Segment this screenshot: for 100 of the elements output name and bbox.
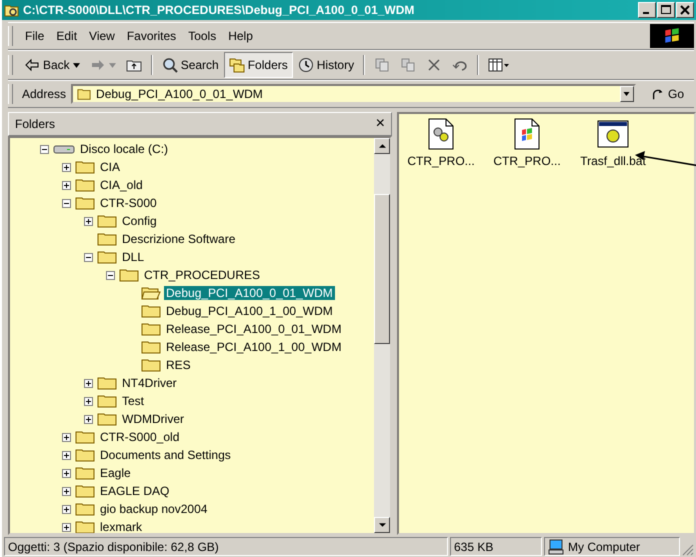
folder-icon bbox=[75, 447, 95, 463]
tree-item[interactable]: lexmark bbox=[98, 520, 144, 533]
collapse-icon[interactable] bbox=[40, 144, 48, 154]
move-icon bbox=[374, 57, 390, 73]
caret-icon bbox=[623, 92, 630, 96]
scroll-up-icon bbox=[378, 144, 386, 148]
tree-item[interactable]: Debug_PCI_A100_0_01_WDM bbox=[164, 286, 335, 300]
dropdown-button[interactable] bbox=[620, 86, 634, 102]
collapse-icon[interactable] bbox=[84, 252, 92, 262]
folder-icon bbox=[119, 267, 139, 283]
menu-item[interactable]: Tools bbox=[182, 27, 222, 45]
history-button[interactable]: History bbox=[292, 52, 360, 78]
minimize-icon bbox=[643, 12, 649, 14]
windows-logo-icon bbox=[650, 24, 694, 48]
tree-item[interactable]: gio backup nov2004 bbox=[98, 502, 210, 516]
pane-title: Folders bbox=[15, 117, 56, 131]
tree-item[interactable]: Test bbox=[120, 394, 146, 408]
tree-item[interactable]: CTR_PROCEDURES bbox=[142, 268, 262, 282]
expand-icon[interactable] bbox=[62, 504, 70, 514]
tree-item[interactable]: Release_PCI_A100_0_01_WDM bbox=[164, 322, 344, 336]
close-pane-button[interactable]: × bbox=[376, 115, 385, 133]
tree-item[interactable]: CIA bbox=[98, 160, 122, 174]
expand-icon[interactable] bbox=[62, 162, 70, 172]
folder-icon bbox=[75, 465, 95, 481]
go-button[interactable]: Go bbox=[638, 87, 694, 101]
status-text: Oggetti: 3 (Spazio disponibile: 62,8 GB) bbox=[4, 537, 448, 556]
status-location: My Computer bbox=[568, 540, 640, 554]
search-icon bbox=[162, 57, 178, 73]
close-button[interactable] bbox=[676, 2, 694, 18]
folder-icon bbox=[97, 393, 117, 409]
go-arrow-icon bbox=[650, 87, 665, 101]
tree-item[interactable]: Config bbox=[120, 214, 159, 228]
folders-icon bbox=[228, 57, 245, 73]
file-name[interactable]: Trasf_dll.bat bbox=[580, 154, 646, 168]
search-button[interactable]: Search bbox=[156, 52, 224, 78]
tree-item[interactable]: WDMDriver bbox=[120, 412, 186, 426]
folder-icon bbox=[75, 501, 95, 517]
folder-icon bbox=[141, 303, 161, 319]
collapse-icon[interactable] bbox=[106, 270, 114, 280]
collapse-icon[interactable] bbox=[62, 198, 70, 208]
tree-item[interactable]: NT4Driver bbox=[120, 376, 179, 390]
expand-icon[interactable] bbox=[62, 432, 70, 442]
expand-icon[interactable] bbox=[62, 486, 70, 496]
menu-item[interactable]: Favorites bbox=[120, 27, 182, 45]
menu-item[interactable]: Edit bbox=[50, 27, 84, 45]
copy-icon bbox=[400, 57, 416, 73]
tree-item[interactable]: CIA_old bbox=[98, 178, 145, 192]
tree-item[interactable]: Documents and Settings bbox=[98, 448, 233, 462]
tree-item[interactable]: Debug_PCI_A100_1_00_WDM bbox=[164, 304, 335, 318]
scrollbar[interactable] bbox=[374, 138, 390, 533]
tree-item[interactable]: CTR-S000 bbox=[98, 196, 159, 210]
menu-item[interactable]: View bbox=[83, 27, 121, 45]
expand-icon[interactable] bbox=[84, 414, 92, 424]
address-field[interactable]: Debug_PCI_A100_0_01_WDM bbox=[71, 84, 636, 104]
folder-icon bbox=[141, 357, 161, 373]
back-button[interactable]: Back bbox=[19, 52, 85, 78]
tree-item[interactable]: Disco locale (C:) bbox=[78, 142, 170, 156]
caret-icon bbox=[72, 62, 80, 68]
folder-icon bbox=[76, 87, 92, 101]
scroll-down-icon bbox=[378, 523, 386, 527]
tree-item[interactable]: DLL bbox=[120, 250, 146, 264]
folder-icon bbox=[141, 339, 161, 355]
close-icon bbox=[680, 5, 690, 15]
expand-icon[interactable] bbox=[62, 450, 70, 460]
open-folder-icon bbox=[141, 285, 161, 301]
file-name[interactable]: CTR_PRO... bbox=[493, 154, 561, 168]
folder-icon bbox=[97, 213, 117, 229]
expand-icon[interactable] bbox=[84, 378, 92, 388]
tree-item[interactable]: CTR-S000_old bbox=[98, 430, 182, 444]
folder-icon bbox=[75, 195, 95, 211]
expand-icon[interactable] bbox=[84, 216, 92, 226]
address-label: Address bbox=[22, 87, 66, 101]
maximize-icon bbox=[661, 5, 671, 15]
folder-icon bbox=[75, 177, 95, 193]
tree-item[interactable]: Release_PCI_A100_1_00_WDM bbox=[164, 340, 344, 354]
clock-icon bbox=[298, 57, 314, 73]
computer-icon bbox=[548, 538, 564, 554]
file-name[interactable]: CTR_PRO... bbox=[407, 154, 475, 168]
menu-item[interactable]: Help bbox=[222, 27, 259, 45]
batch-file-icon[interactable] bbox=[597, 118, 629, 150]
folder-icon bbox=[97, 231, 117, 247]
folder-icon bbox=[75, 429, 95, 445]
resize-grip-icon[interactable] bbox=[682, 544, 694, 556]
folders-button[interactable]: Folders bbox=[224, 52, 293, 78]
folder-icon bbox=[97, 411, 117, 427]
minimize-button[interactable] bbox=[638, 2, 656, 18]
back-arrow-icon bbox=[24, 57, 40, 73]
folder-icon bbox=[97, 249, 117, 265]
tree-item[interactable]: EAGLE DAQ bbox=[98, 484, 172, 498]
expand-icon[interactable] bbox=[62, 180, 70, 190]
expand-icon[interactable] bbox=[84, 396, 92, 406]
forward-arrow-icon bbox=[90, 57, 106, 73]
expand-icon[interactable] bbox=[62, 522, 70, 532]
tree-item[interactable]: Eagle bbox=[98, 466, 133, 480]
maximize-button[interactable] bbox=[657, 2, 675, 18]
menu-item[interactable]: File bbox=[19, 27, 50, 45]
expand-icon[interactable] bbox=[62, 468, 70, 478]
tree-item[interactable]: RES bbox=[164, 358, 193, 372]
tree-item[interactable]: Descrizione Software bbox=[120, 232, 238, 246]
folder-icon bbox=[75, 519, 95, 533]
